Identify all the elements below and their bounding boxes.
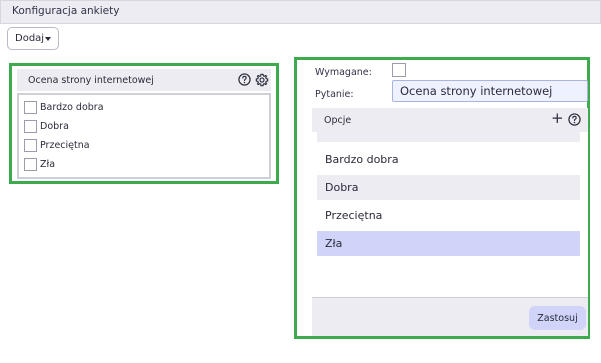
question-preview-options: Bardzo dobra Dobra Przeciętna Zła (17, 93, 271, 179)
required-checkbox[interactable] (392, 63, 406, 77)
option-item-selected[interactable]: Zła (317, 231, 580, 256)
options-list-top-strip (317, 132, 580, 142)
option-checkbox[interactable] (24, 119, 37, 133)
options-header-label: Opcje (324, 115, 352, 126)
option-item[interactable]: Przeciętna (317, 203, 580, 228)
preview-option-label: Bardzo dobra (40, 101, 104, 113)
add-dropdown-button[interactable]: Dodaj (7, 27, 59, 50)
options-header: Opcje + (312, 108, 588, 132)
add-button-label: Dodaj (15, 33, 45, 44)
question-label: Pytanie: (315, 89, 354, 100)
caret-down-icon (45, 37, 51, 41)
preview-option-row[interactable]: Przeciętna (24, 138, 90, 152)
plus-icon[interactable]: + (551, 111, 564, 126)
question-preview-panel[interactable]: Ocena strony internetowej Bardzo dobra D… (9, 63, 279, 184)
question-preview-header: Ocena strony internetowej (17, 69, 271, 91)
preview-option-row[interactable]: Dobra (24, 119, 69, 133)
help-circle-icon[interactable] (238, 73, 251, 86)
preview-option-label: Dobra (40, 120, 69, 132)
preview-option-row[interactable]: Zła (24, 157, 55, 171)
gear-icon[interactable] (255, 73, 269, 87)
options-panel: Opcje + Bardzo dobra Dobra Przeciętna Zł… (312, 108, 588, 336)
question-editor-panel: Wymagane: Pytanie: Opcje + Bardzo dobra … (294, 57, 590, 339)
options-footer: Zastosuj (312, 297, 588, 336)
required-label: Wymagane: (315, 67, 372, 78)
question-text-input[interactable] (392, 80, 588, 102)
preview-option-label: Przeciętna (40, 139, 90, 151)
window-titlebar: Konfiguracja ankiety (0, 0, 601, 24)
options-list: Bardzo dobra Dobra Przeciętna Zła (312, 132, 588, 297)
preview-option-row[interactable]: Bardzo dobra (24, 100, 104, 114)
apply-button[interactable]: Zastosuj (529, 306, 586, 330)
question-preview-title: Ocena strony internetowej (28, 75, 154, 86)
window-title: Konfiguracja ankiety (12, 5, 120, 17)
option-checkbox[interactable] (24, 138, 37, 152)
help-circle-icon[interactable] (568, 113, 581, 126)
option-item[interactable]: Bardzo dobra (317, 147, 580, 172)
option-checkbox[interactable] (24, 157, 37, 171)
option-checkbox[interactable] (24, 100, 37, 114)
preview-option-label: Zła (40, 158, 56, 170)
option-item[interactable]: Dobra (317, 175, 580, 200)
